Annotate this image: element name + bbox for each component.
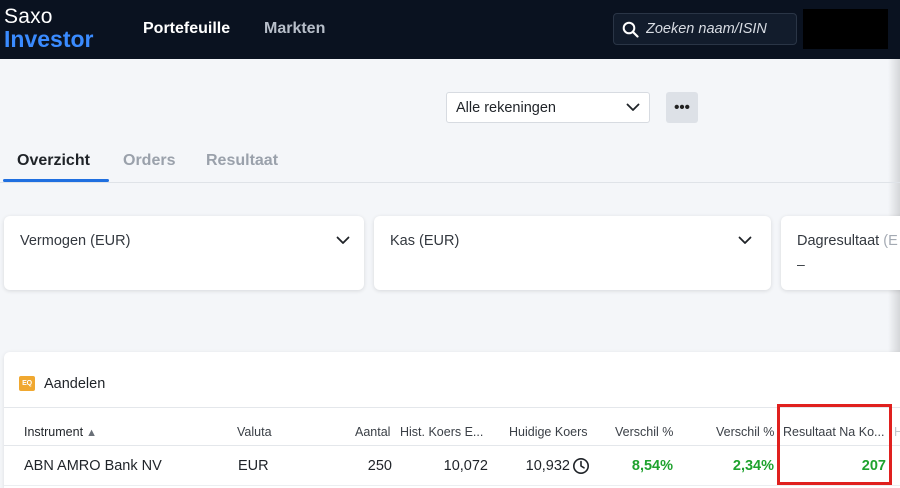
top-bar: Saxo Investor Portefeuille Markten (0, 0, 900, 59)
card-vermogen-title: Vermogen (EUR) (20, 233, 131, 249)
cell-hist-koers: 10,072 (443, 458, 488, 474)
tab-orders[interactable]: Orders (123, 152, 175, 170)
cell-verschil-pct: 8,54% (631, 458, 673, 474)
column-header-huidige-koers[interactable]: Huidige Koers (509, 425, 588, 439)
active-tab-indicator (3, 179, 109, 182)
cell-aantal: 250 (367, 458, 392, 474)
card-kas-title: Kas (EUR) (390, 233, 460, 249)
equity-icon: EQ (19, 376, 35, 391)
holdings-panel: EQ Aandelen Instrument ▲ Valuta Aantal Hi… (4, 352, 900, 488)
table-row[interactable]: ABN AMRO Bank NV EUR 250 10,072 10,932 8… (4, 446, 900, 486)
sort-ascending-icon: ▲ (86, 427, 97, 439)
chevron-down-icon (336, 236, 350, 244)
account-select-value: Alle rekeningen (456, 99, 556, 116)
column-header-hist-koers[interactable]: Hist. Koers E... (400, 425, 483, 439)
column-header-instrument-label: Instrument (24, 425, 84, 439)
column-header-aantal[interactable]: Aantal (355, 425, 390, 439)
logo-line-2: Investor (4, 26, 94, 52)
nav-markets[interactable]: Markten (264, 20, 325, 38)
column-header-verschil-pct[interactable]: Verschil % (615, 425, 673, 439)
tab-overview[interactable]: Overzicht (17, 152, 90, 170)
cell-instrument[interactable]: ABN AMRO Bank NV (24, 458, 162, 474)
card-kas[interactable]: Kas (EUR) (374, 216, 771, 290)
search-input[interactable] (646, 21, 786, 37)
logo-line-1: Saxo (4, 5, 53, 28)
account-select[interactable]: Alle rekeningen (446, 92, 650, 123)
chevron-down-icon (626, 103, 640, 111)
highlight-box (777, 404, 892, 485)
holdings-title: Aandelen (44, 376, 106, 392)
column-header-instrument[interactable]: Instrument ▲ (24, 425, 97, 439)
card-dagresultaat-title-suffix: (E (879, 233, 898, 249)
card-dagresultaat-title: Dagresultaat (E (797, 233, 898, 249)
cell-valuta: EUR (238, 458, 269, 474)
column-header-valuta[interactable]: Valuta (237, 425, 272, 439)
tab-bar: Overzicht Orders Resultaat (0, 150, 900, 183)
more-options-button[interactable]: ••• (666, 92, 698, 123)
card-vermogen[interactable]: Vermogen (EUR) (4, 216, 364, 290)
card-dagresultaat-value: – (797, 256, 805, 272)
account-menu[interactable] (803, 9, 888, 49)
table-header: Instrument ▲ Valuta Aantal Hist. Koers E.… (4, 407, 900, 446)
cell-verschil-pct-2: 2,34% (732, 458, 774, 474)
tab-results[interactable]: Resultaat (206, 152, 278, 170)
card-dagresultaat[interactable]: Dagresultaat (E – (781, 216, 900, 290)
card-dagresultaat-title-main: Dagresultaat (797, 233, 880, 249)
cell-huidige-koers: 10,932 (525, 458, 570, 474)
chevron-down-icon (738, 236, 752, 244)
column-header-truncated[interactable]: H (894, 425, 900, 439)
search-icon (622, 21, 639, 38)
search-box[interactable] (613, 13, 797, 45)
clock-icon[interactable] (572, 457, 590, 475)
nav-portfolio[interactable]: Portefeuille (143, 20, 230, 38)
saxo-investor-logo[interactable]: Saxo Investor (4, 5, 94, 52)
column-header-verschil-pct-2[interactable]: Verschil % (716, 425, 774, 439)
